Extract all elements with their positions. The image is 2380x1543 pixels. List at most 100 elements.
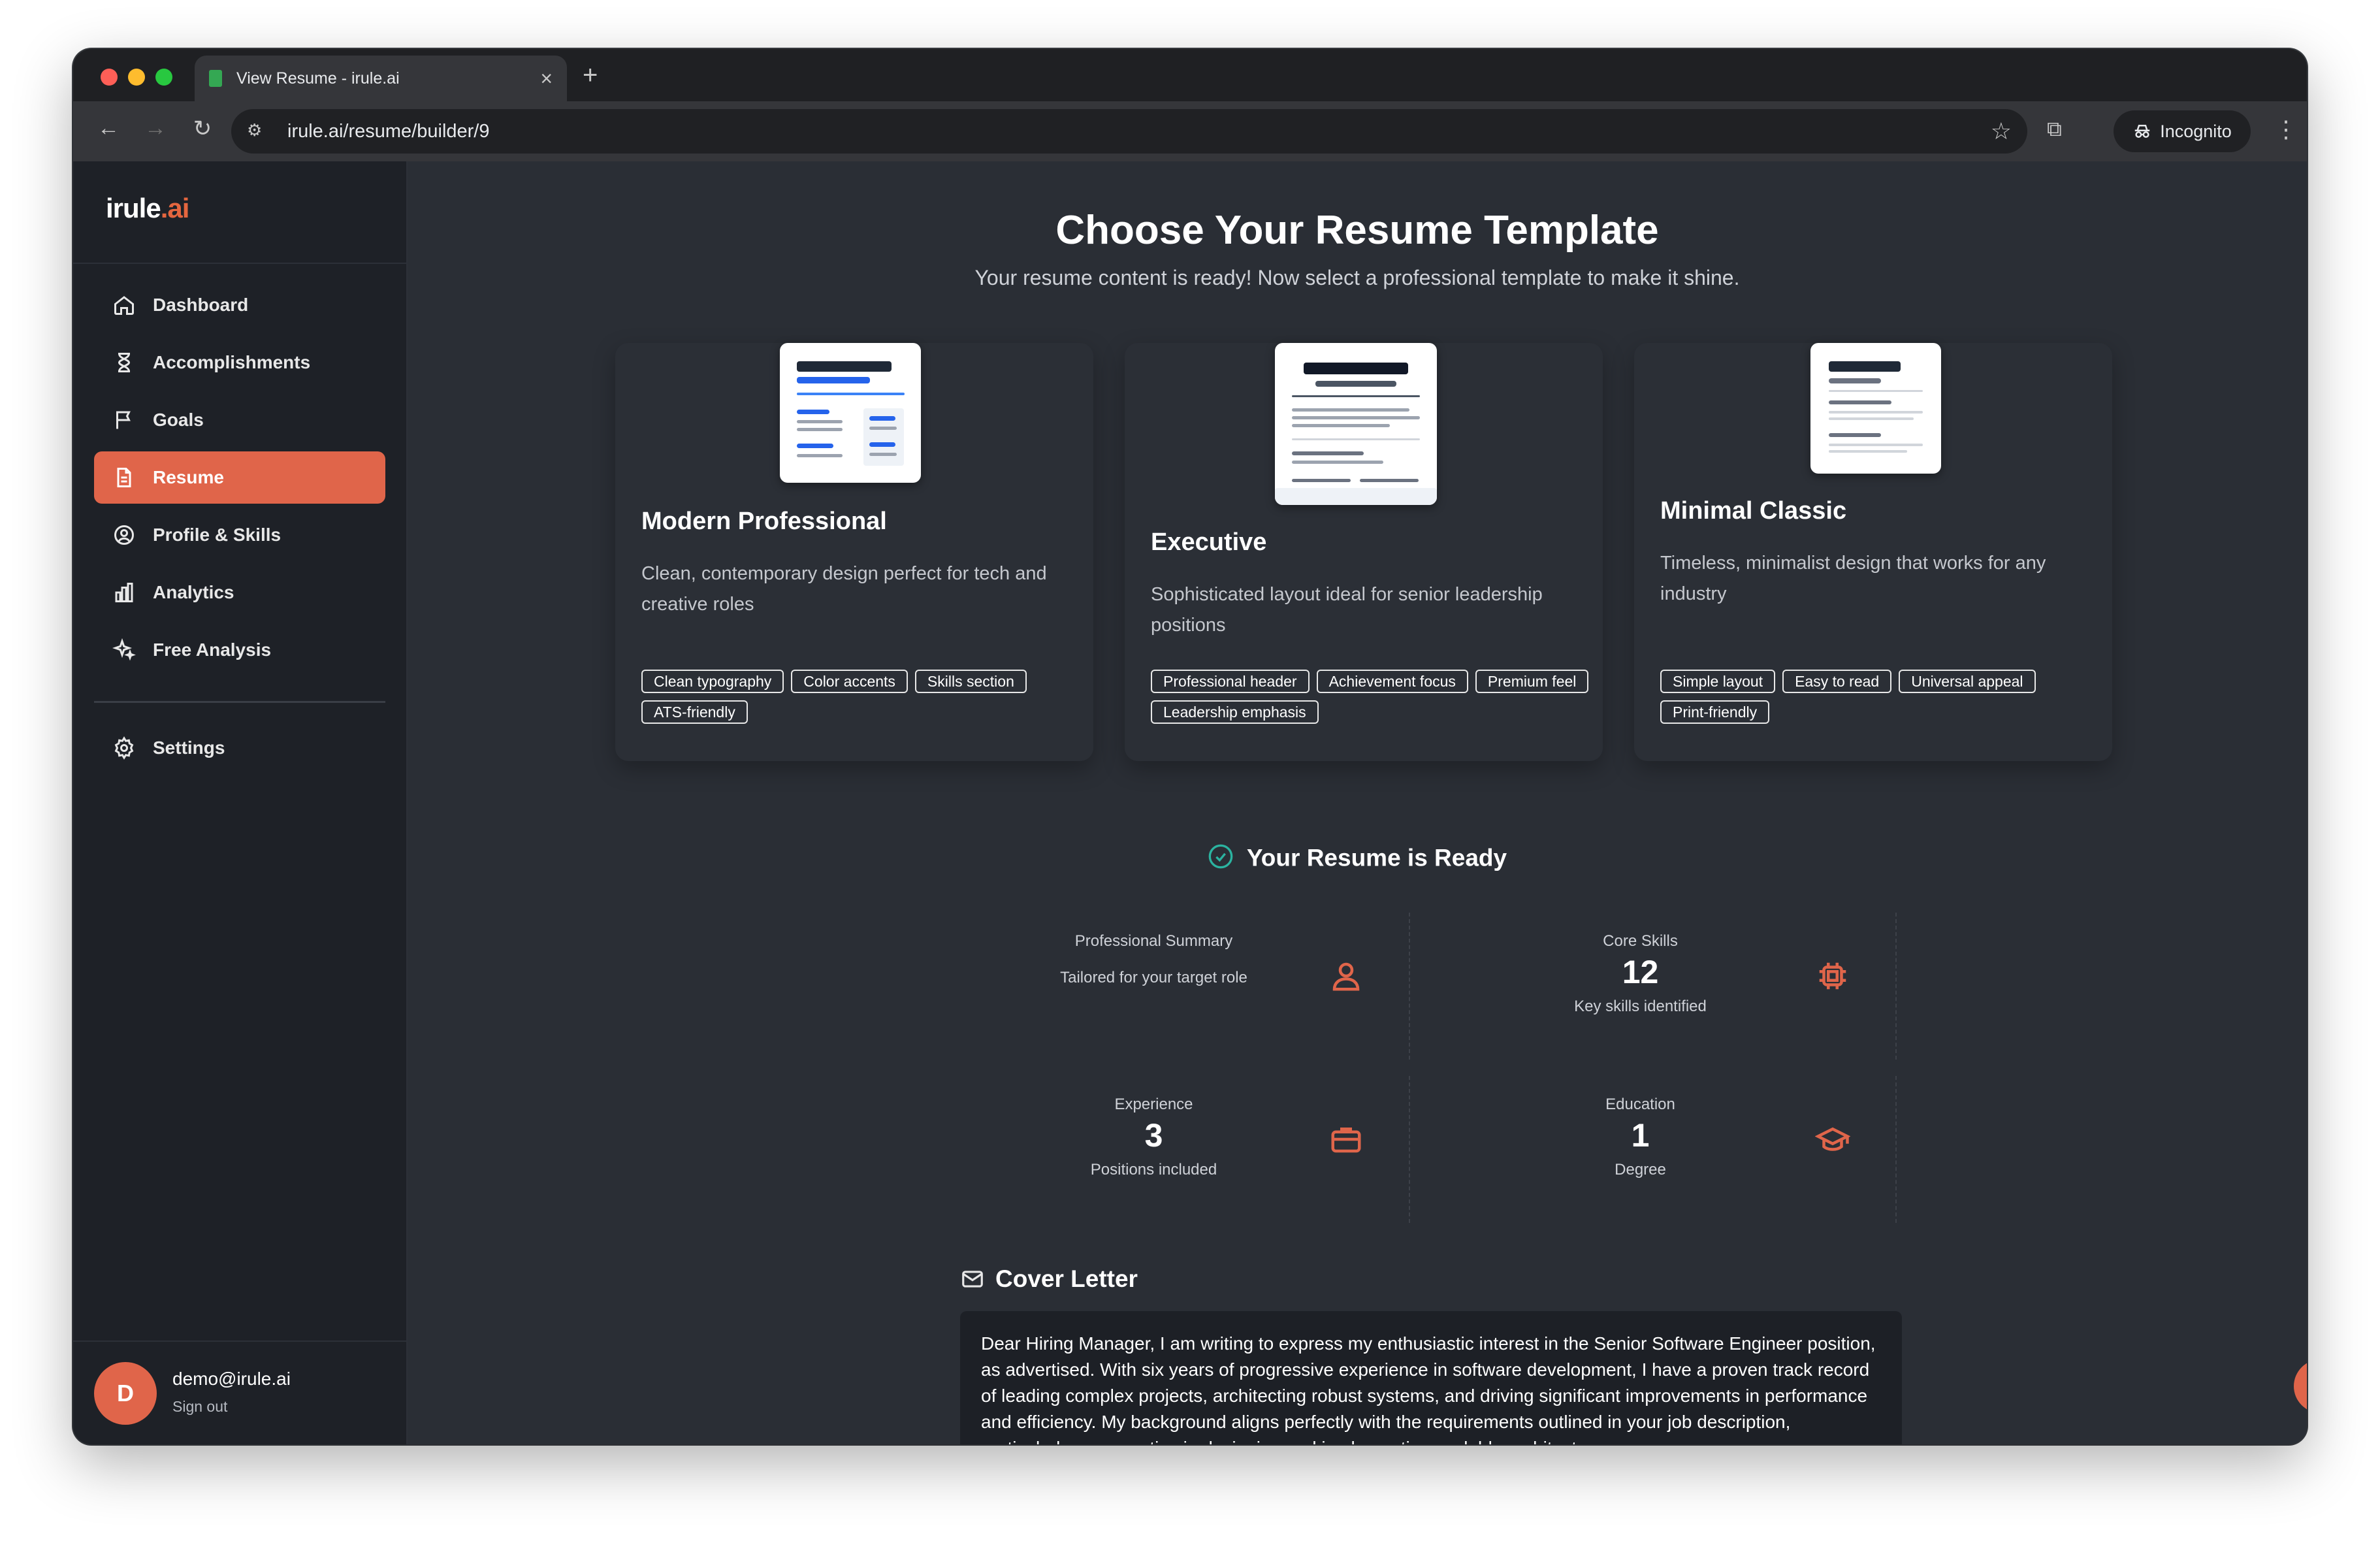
stat-label: Core Skills bbox=[1603, 932, 1678, 950]
user-circle-icon bbox=[111, 522, 137, 548]
chat-bubble-icon bbox=[2306, 1372, 2307, 1401]
template-title: Minimal Classic bbox=[1660, 497, 1847, 525]
logo-accent-text: .ai bbox=[160, 193, 190, 223]
cover-letter-heading: Cover Letter bbox=[960, 1265, 1138, 1293]
cover-letter-title: Cover Letter bbox=[995, 1265, 1138, 1292]
hourglass-icon bbox=[111, 349, 137, 376]
minimize-window-button[interactable] bbox=[128, 69, 145, 86]
maximize-window-button[interactable] bbox=[155, 69, 172, 86]
page-title: Choose Your Resume Template bbox=[1055, 208, 1659, 253]
window-controls bbox=[101, 69, 172, 86]
back-arrow-icon[interactable]: ← bbox=[93, 116, 124, 141]
close-window-button[interactable] bbox=[101, 69, 118, 86]
tab-bar: View Resume - irule.ai × + bbox=[73, 49, 2307, 101]
stat-label: Professional Summary bbox=[1074, 932, 1233, 950]
sidebar-item-label: Profile & Skills bbox=[153, 525, 281, 545]
app-root: irule.ai Dashboard Accomplishments Goals bbox=[73, 161, 2307, 1444]
brand-logo[interactable]: irule.ai bbox=[106, 193, 189, 224]
sidebar-item-label: Accomplishments bbox=[153, 352, 311, 372]
sidebar-item-label: Goals bbox=[153, 410, 204, 430]
browser-tab[interactable]: View Resume - irule.ai × bbox=[195, 56, 567, 101]
gear-icon bbox=[111, 735, 137, 761]
browser-toolbar: ← → ↻ ⚙ irule.ai/resume/builder/9 ☆ ⧉ In… bbox=[73, 101, 2307, 161]
template-title: Modern Professional bbox=[641, 508, 887, 535]
sidebar-item-settings[interactable]: Settings bbox=[94, 722, 385, 774]
template-tags: Simple layout Easy to read Universal app… bbox=[1660, 670, 2104, 724]
feature-tag: Simple layout bbox=[1660, 670, 1776, 693]
stat-value: 12 bbox=[1622, 954, 1659, 990]
main-content: Choose Your Resume Template Your resume … bbox=[408, 161, 2307, 1444]
bar-chart-icon bbox=[111, 579, 137, 606]
stat-core-skills: Core Skills 12 Key skills identified bbox=[1410, 913, 1897, 1060]
sidebar-item-label: Dashboard bbox=[153, 295, 249, 315]
feature-tag: ATS-friendly bbox=[641, 700, 748, 724]
browser-menu-icon[interactable]: ⋮ bbox=[2274, 116, 2298, 143]
sidebar-item-analytics[interactable]: Analytics bbox=[94, 566, 385, 619]
template-card-modern-professional[interactable]: Modern Professional Clean, contemporary … bbox=[615, 343, 1093, 761]
sidebar-item-label: Analytics bbox=[153, 582, 234, 602]
sidebar-item-goals[interactable]: Goals bbox=[94, 394, 385, 446]
feature-tag: Universal appeal bbox=[1899, 670, 2036, 693]
incognito-badge[interactable]: Incognito bbox=[2114, 110, 2251, 152]
modern-template-preview bbox=[780, 343, 921, 483]
stat-description: Degree bbox=[1615, 1161, 1666, 1178]
sidebar-item-accomplishments[interactable]: Accomplishments bbox=[94, 336, 385, 389]
avatar[interactable]: D bbox=[94, 1362, 157, 1425]
new-tab-icon[interactable]: + bbox=[583, 61, 598, 90]
template-tags: Clean typography Color accents Skills se… bbox=[641, 670, 1085, 724]
user-divider bbox=[73, 1340, 406, 1342]
incognito-label: Incognito bbox=[2160, 121, 2232, 141]
chat-button[interactable] bbox=[2294, 1359, 2307, 1413]
stat-experience: Experience 3 Positions included bbox=[924, 1076, 1410, 1223]
sidebar-item-label: Settings bbox=[153, 738, 225, 758]
check-circle-icon bbox=[1208, 843, 1234, 875]
cover-letter-text[interactable]: Dear Hiring Manager, I am writing to exp… bbox=[960, 1311, 1902, 1444]
sparkles-icon bbox=[111, 637, 137, 663]
template-card-minimal-classic[interactable]: Minimal Classic Timeless, minimalist des… bbox=[1634, 343, 2112, 761]
site-settings-icon[interactable]: ⚙ bbox=[247, 120, 269, 142]
executive-template-preview bbox=[1275, 343, 1437, 505]
page-subtitle: Your resume content is ready! Now select… bbox=[974, 266, 1740, 289]
home-icon bbox=[111, 292, 137, 318]
stat-education: Education 1 Degree bbox=[1410, 1076, 1897, 1223]
close-tab-icon[interactable]: × bbox=[540, 67, 553, 91]
cpu-chip-icon bbox=[1815, 958, 1850, 994]
user-icon bbox=[1328, 958, 1364, 994]
feature-tag: Color accents bbox=[791, 670, 908, 693]
minimal-template-preview bbox=[1810, 343, 1941, 474]
stat-description: Positions included bbox=[1090, 1161, 1217, 1178]
graduation-cap-icon bbox=[1814, 1122, 1851, 1157]
forward-arrow-icon[interactable]: → bbox=[140, 116, 171, 141]
sidebar-item-free-analysis[interactable]: Free Analysis bbox=[94, 624, 385, 676]
lens-search-icon[interactable]: ⧉ bbox=[2047, 117, 2062, 142]
feature-tag: Leadership emphasis bbox=[1151, 700, 1319, 724]
resume-stats-grid: Professional Summary Tailored for your t… bbox=[924, 913, 1897, 1223]
bookmark-star-icon[interactable]: ☆ bbox=[1991, 118, 2012, 145]
stat-description: Key skills identified bbox=[1574, 998, 1707, 1015]
reload-icon[interactable]: ↻ bbox=[187, 116, 218, 142]
sidebar-item-profile-skills[interactable]: Profile & Skills bbox=[94, 509, 385, 561]
feature-tag: Skills section bbox=[914, 670, 1027, 693]
envelope-icon bbox=[962, 1271, 983, 1288]
sidebar-item-resume[interactable]: Resume bbox=[94, 451, 385, 504]
template-title: Executive bbox=[1151, 528, 1267, 556]
sidebar-divider bbox=[94, 701, 385, 703]
url-text[interactable]: irule.ai/resume/builder/9 bbox=[287, 121, 1991, 142]
feature-tag: Premium feel bbox=[1475, 670, 1589, 693]
sign-out-link[interactable]: Sign out bbox=[172, 1398, 227, 1416]
logo-main-text: irule bbox=[106, 193, 161, 223]
briefcase-icon bbox=[1328, 1122, 1364, 1157]
template-description: Clean, contemporary design perfect for t… bbox=[641, 563, 1047, 615]
feature-tag: Print-friendly bbox=[1660, 700, 1770, 724]
stat-description: Tailored for your target role bbox=[1060, 969, 1247, 986]
browser-window: View Resume - irule.ai × + ← → ↻ ⚙ irule… bbox=[73, 49, 2307, 1444]
template-card-executive[interactable]: Executive Sophisticated layout ideal for… bbox=[1125, 343, 1603, 761]
resume-ready-title: Your Resume is Ready bbox=[1246, 844, 1507, 871]
sidebar-settings-group: Settings bbox=[94, 722, 385, 779]
sidebar-item-dashboard[interactable]: Dashboard bbox=[94, 279, 385, 331]
feature-tag: Clean typography bbox=[641, 670, 784, 693]
document-icon bbox=[111, 464, 137, 491]
address-bar[interactable]: ⚙ irule.ai/resume/builder/9 ☆ bbox=[231, 109, 2027, 154]
user-email: demo@irule.ai bbox=[172, 1369, 291, 1389]
template-tags: Professional header Achievement focus Pr… bbox=[1151, 670, 1595, 724]
